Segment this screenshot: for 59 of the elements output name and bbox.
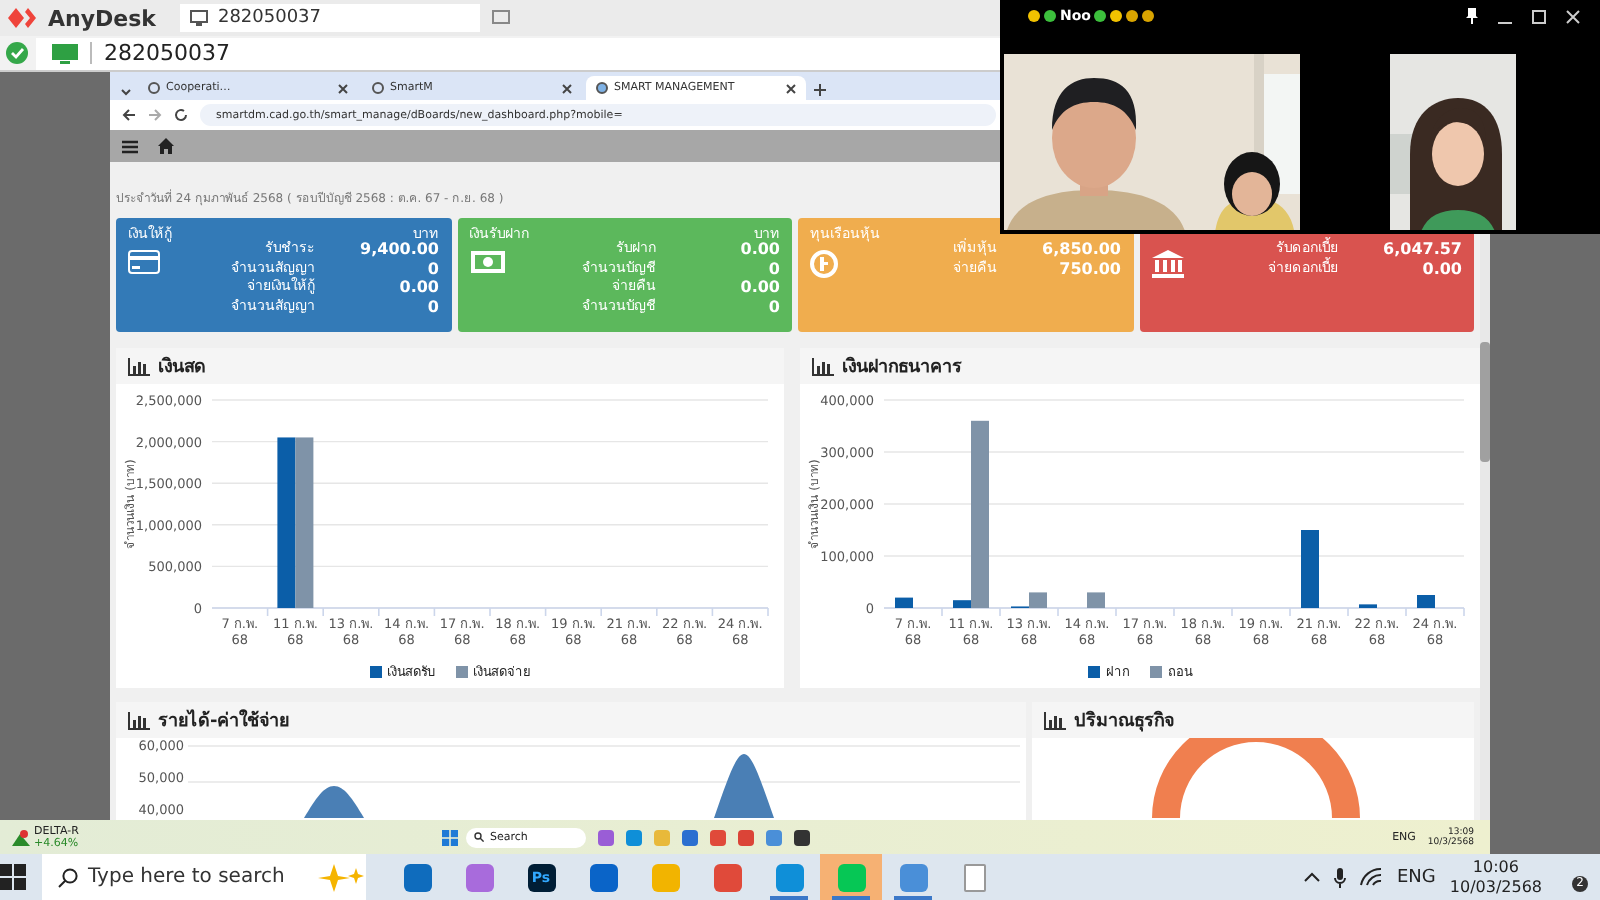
connected-icon — [6, 42, 28, 64]
monitor-icon — [189, 10, 208, 26]
search-icon — [474, 832, 484, 842]
new-session-icon[interactable] — [491, 10, 510, 26]
bar-chart-icon — [128, 357, 150, 375]
maximize-icon[interactable] — [1532, 9, 1546, 23]
search-field[interactable]: Type here to search — [42, 854, 366, 900]
metric-value: 9,400.00 — [358, 240, 439, 259]
bar-chart-icon — [1044, 711, 1066, 729]
metric-value: 0 — [425, 259, 439, 278]
globe-icon — [596, 82, 608, 94]
reload-icon[interactable] — [174, 108, 188, 122]
back-icon[interactable] — [122, 108, 136, 122]
logo-icon — [8, 8, 36, 28]
bank-icon — [1151, 250, 1183, 278]
panel-title: เงินฝากธนาคาร — [842, 354, 962, 380]
start-icon[interactable] — [442, 829, 458, 845]
metric-value: 0.00 — [738, 240, 780, 259]
scrollbar-thumb[interactable] — [1480, 342, 1490, 462]
microphone-icon[interactable] — [1334, 867, 1347, 887]
panel-title: ปริมาณธุรกิจ — [1074, 708, 1174, 734]
stock-icon — [12, 829, 30, 845]
search-icon — [58, 867, 78, 887]
coin-icon — [810, 250, 838, 278]
taskbar-app[interactable] — [820, 854, 882, 900]
metric-value: 0.00 — [1420, 259, 1462, 278]
menu-icon[interactable] — [122, 139, 138, 153]
home-icon[interactable] — [158, 138, 174, 154]
pin-icon[interactable] — [1466, 8, 1478, 24]
forward-icon[interactable] — [148, 108, 162, 122]
new-tab-icon[interactable] — [810, 80, 830, 100]
tab-list-icon[interactable] — [118, 84, 134, 100]
chevron-up-icon[interactable] — [1304, 872, 1321, 882]
bar-chart-icon — [128, 711, 150, 729]
metric-value: 750.00 — [1057, 259, 1121, 278]
close-icon[interactable] — [786, 83, 796, 93]
monitor-icon — [52, 43, 78, 63]
metric-value: 6,850.00 — [1040, 240, 1121, 259]
metric-value: 0 — [425, 297, 439, 316]
panel-title: รายได้-ค่าใช้จ่าย — [158, 707, 290, 734]
metric-value: 0 — [766, 259, 780, 278]
globe-icon — [148, 82, 160, 94]
network-icon[interactable] — [1360, 868, 1383, 886]
session-tab[interactable]: 282050037 — [179, 4, 480, 32]
metric-value: 0.00 — [738, 278, 780, 297]
bar-chart-icon — [812, 357, 834, 375]
metric-value: 0.00 — [397, 278, 439, 297]
globe-icon — [372, 82, 384, 94]
start-icon[interactable] — [0, 864, 26, 890]
close-icon[interactable] — [338, 83, 348, 93]
clock[interactable]: 10:06 10/03/2568 — [1449, 857, 1542, 897]
metric-value: 0 — [766, 297, 780, 316]
banknote-icon — [469, 250, 505, 274]
credit-card-icon — [128, 250, 160, 274]
panel-title: เงินสด — [158, 354, 206, 380]
language-indicator[interactable]: ENG — [1396, 867, 1436, 887]
metric-value: 6,047.57 — [1381, 240, 1462, 259]
app-name: AnyDesk — [48, 5, 156, 31]
close-icon[interactable] — [562, 83, 572, 93]
